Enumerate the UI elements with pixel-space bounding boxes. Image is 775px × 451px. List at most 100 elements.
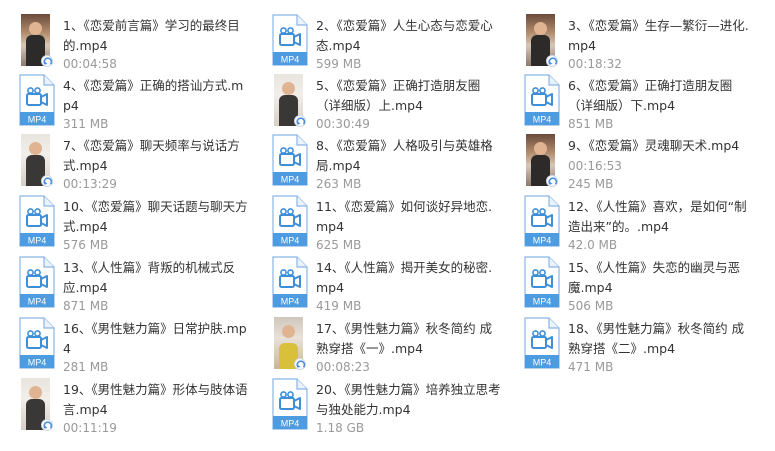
mp4-file-icon: MP4 bbox=[272, 14, 308, 66]
play-badge-icon bbox=[41, 175, 53, 187]
video-thumbnail-wrap bbox=[521, 134, 561, 187]
mp4-label: MP4 bbox=[281, 419, 300, 429]
person-head bbox=[29, 22, 42, 35]
video-thumbnail-wrap bbox=[269, 74, 309, 127]
video-thumbnail-wrap bbox=[16, 14, 56, 67]
file-name: 13、《人性篇》背叛的机械式反应.mp4 bbox=[63, 260, 236, 295]
file-thumbnail: MP4 bbox=[269, 195, 309, 247]
video-duration: 00:16:53 bbox=[568, 159, 622, 173]
file-name: 20、《男性魅力篇》培养独立思考与独处能力.mp4 bbox=[316, 382, 501, 417]
file-item[interactable]: 1、《恋爱前言篇》学习的最终目的.mp4 00:04:58 bbox=[4, 14, 254, 72]
file-item[interactable]: MP4 10、《恋爱篇》聊天话题与聊天方式.mp4 576 MB bbox=[4, 195, 254, 253]
file-name: 3、《恋爱篇》生存—繁衍—进化.mp4 bbox=[568, 18, 749, 53]
mp4-label: MP4 bbox=[281, 236, 300, 246]
person-head bbox=[534, 142, 547, 155]
file-item[interactable]: MP4 6、《恋爱篇》正确打造朋友圈（详细版）下.mp4 851 MB bbox=[509, 74, 759, 132]
play-badge-icon bbox=[294, 358, 306, 370]
person-head bbox=[29, 142, 42, 155]
play-badge-icon bbox=[41, 419, 53, 431]
mp4-label: MP4 bbox=[28, 358, 47, 368]
play-badge-icon bbox=[41, 55, 53, 67]
file-thumbnail: MP4 bbox=[16, 317, 56, 369]
video-duration: 00:18:32 bbox=[568, 57, 622, 71]
play-badge-icon bbox=[546, 175, 558, 187]
mp4-label: MP4 bbox=[533, 358, 552, 368]
mp4-file-icon: MP4 bbox=[272, 134, 308, 186]
file-name: 5、《恋爱篇》正确打造朋友圈 （详细版）上.mp4 bbox=[316, 78, 481, 113]
file-name: 7、《恋爱篇》聊天频率与说话方式.mp4 bbox=[63, 138, 240, 173]
mp4-file-icon: MP4 bbox=[524, 256, 560, 308]
file-item[interactable]: 9、《恋爱篇》灵魂聊天术.mp4 00:16:53 245 MB bbox=[509, 134, 759, 192]
mp4-label: MP4 bbox=[28, 236, 47, 246]
file-item[interactable]: MP4 8、《恋爱篇》人格吸引与英雄格局.mp4 263 MB bbox=[257, 134, 507, 192]
person-head bbox=[29, 386, 42, 399]
file-item[interactable]: 3、《恋爱篇》生存—繁衍—进化.mp4 00:18:32 bbox=[509, 14, 759, 72]
video-thumbnail-wrap bbox=[16, 378, 56, 431]
file-item[interactable]: MP4 4、《恋爱篇》正确的搭讪方式.mp4 311 MB bbox=[4, 74, 254, 132]
file-size: 311 MB bbox=[63, 117, 109, 131]
file-size: 471 MB bbox=[568, 360, 614, 374]
file-thumbnail: MP4 bbox=[521, 256, 561, 308]
mp4-file-icon: MP4 bbox=[524, 74, 560, 126]
video-thumbnail-wrap bbox=[269, 317, 309, 370]
person-head bbox=[282, 325, 295, 338]
play-badge-icon bbox=[294, 115, 306, 127]
mp4-file-icon: MP4 bbox=[19, 256, 55, 308]
mp4-label: MP4 bbox=[533, 115, 552, 125]
mp4-file-icon: MP4 bbox=[524, 195, 560, 247]
person-head bbox=[534, 22, 547, 35]
file-name: 6、《恋爱篇》正确打造朋友圈（详细版）下.mp4 bbox=[568, 78, 733, 113]
file-name: 8、《恋爱篇》人格吸引与英雄格局.mp4 bbox=[316, 138, 493, 173]
file-item[interactable]: 5、《恋爱篇》正确打造朋友圈 （详细版）上.mp4 00:30:49 bbox=[257, 74, 507, 132]
file-item[interactable]: MP4 18、《男性魅力篇》秋冬简约 成熟穿搭《二》.mp4 471 MB bbox=[509, 317, 759, 375]
file-size: 506 MB bbox=[568, 299, 614, 313]
mp4-file-icon: MP4 bbox=[272, 195, 308, 247]
file-item[interactable]: 7、《恋爱篇》聊天频率与说话方式.mp4 00:13:29 bbox=[4, 134, 254, 192]
file-item[interactable]: 19、《男性魅力篇》形体与肢体语言.mp4 00:11:19 bbox=[4, 378, 254, 436]
file-name: 18、《男性魅力篇》秋冬简约 成熟穿搭《二》.mp4 bbox=[568, 321, 745, 356]
file-size: 263 MB bbox=[316, 177, 362, 191]
file-item[interactable]: MP4 13、《人性篇》背叛的机械式反应.mp4 871 MB bbox=[4, 256, 254, 314]
file-item[interactable]: 17、《男性魅力篇》秋冬简约 成熟穿搭《一》.mp4 00:08:23 bbox=[257, 317, 507, 375]
file-thumbnail: MP4 bbox=[269, 134, 309, 186]
file-name: 2、《恋爱篇》人生心态与恋爱心态.mp4 bbox=[316, 18, 493, 53]
file-item[interactable]: MP4 11、《恋爱篇》如何谈好异地恋.mp4 625 MB bbox=[257, 195, 507, 253]
mp4-file-icon: MP4 bbox=[524, 317, 560, 369]
person-head bbox=[282, 82, 295, 95]
mp4-label: MP4 bbox=[533, 297, 552, 307]
file-size: 871 MB bbox=[63, 299, 109, 313]
file-item[interactable]: MP4 20、《男性魅力篇》培养独立思考与独处能力.mp4 1.18 GB bbox=[257, 378, 507, 436]
file-size: 42.0 MB bbox=[568, 238, 618, 252]
file-thumbnail: MP4 bbox=[16, 256, 56, 308]
file-item[interactable]: MP4 14、《人性篇》揭开美女的秘密.mp4 419 MB bbox=[257, 256, 507, 314]
file-item[interactable]: MP4 2、《恋爱篇》人生心态与恋爱心态.mp4 599 MB bbox=[257, 14, 507, 72]
file-name: 14、《人性篇》揭开美女的秘密.mp4 bbox=[316, 260, 493, 295]
file-size: 599 MB bbox=[316, 57, 362, 71]
video-duration: 00:08:23 bbox=[316, 360, 370, 374]
file-thumbnail: MP4 bbox=[269, 14, 309, 66]
file-size: 576 MB bbox=[63, 238, 109, 252]
file-item[interactable]: MP4 16、《男性魅力篇》日常护肤.mp4 281 MB bbox=[4, 317, 254, 375]
file-item[interactable]: MP4 15、《人性篇》失恋的幽灵与恶魔.mp4 506 MB bbox=[509, 256, 759, 314]
file-name: 11、《恋爱篇》如何谈好异地恋.mp4 bbox=[316, 199, 493, 234]
file-thumbnail: MP4 bbox=[521, 317, 561, 369]
video-duration: 00:04:58 bbox=[63, 57, 117, 71]
file-size: 245 MB bbox=[568, 177, 614, 191]
video-thumbnail-wrap bbox=[16, 134, 56, 187]
play-badge-icon bbox=[546, 55, 558, 67]
file-thumbnail: MP4 bbox=[521, 195, 561, 247]
video-duration: 00:11:19 bbox=[63, 421, 117, 435]
file-item[interactable]: MP4 12、《人性篇》喜欢，是如何“制造出来”的。.mp4 42.0 MB bbox=[509, 195, 759, 253]
mp4-file-icon: MP4 bbox=[272, 256, 308, 308]
mp4-file-icon: MP4 bbox=[19, 317, 55, 369]
mp4-file-icon: MP4 bbox=[272, 378, 308, 430]
mp4-label: MP4 bbox=[28, 297, 47, 307]
file-size: 1.18 GB bbox=[316, 421, 365, 435]
file-thumbnail: MP4 bbox=[16, 195, 56, 247]
mp4-label: MP4 bbox=[28, 115, 47, 125]
file-name: 1、《恋爱前言篇》学习的最终目的.mp4 bbox=[63, 18, 240, 53]
mp4-label: MP4 bbox=[281, 297, 300, 307]
video-duration: 00:13:29 bbox=[63, 177, 117, 191]
mp4-label: MP4 bbox=[533, 236, 552, 246]
file-name: 12、《人性篇》喜欢，是如何“制造出来”的。.mp4 bbox=[568, 199, 747, 234]
